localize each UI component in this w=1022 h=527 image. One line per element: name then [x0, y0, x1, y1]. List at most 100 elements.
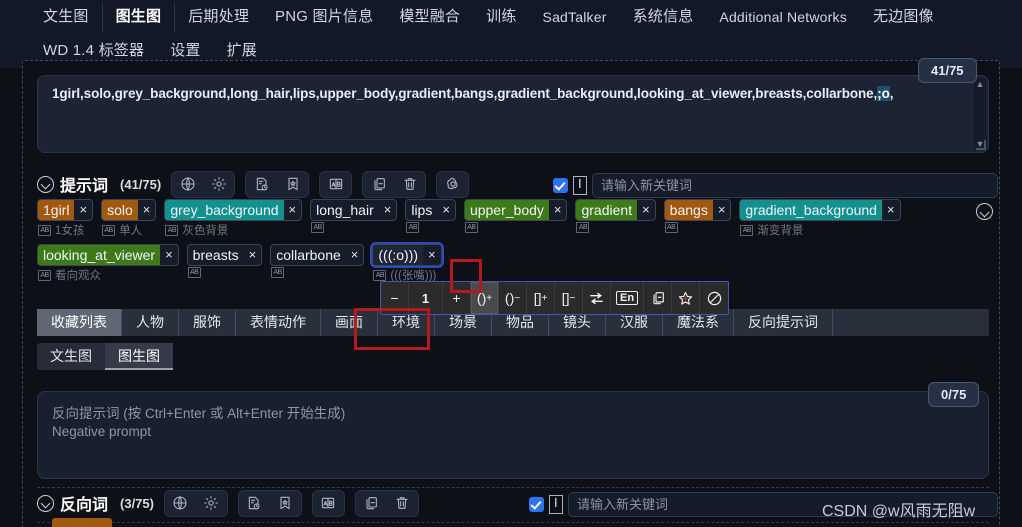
chevron-down-circle-icon[interactable]: [37, 175, 54, 193]
tag-chip-lips[interactable]: lips ×: [405, 199, 456, 221]
translate-ab-icon[interactable]: AB: [664, 222, 678, 233]
icon-button-group-2: [319, 170, 353, 198]
tag-chip-remove-icon[interactable]: ×: [637, 200, 655, 220]
trash-icon[interactable]: [387, 491, 418, 516]
tag-chip-remove-icon[interactable]: ×: [284, 200, 302, 220]
bookmark-star-icon[interactable]: [277, 172, 308, 197]
tag-chip-grey_background[interactable]: grey_background ×: [164, 199, 303, 221]
negative-prompt-textarea[interactable]: 反向提示词 (按 Ctrl+Enter 或 Alt+Enter 开始生成) Ne…: [37, 391, 989, 479]
increase-weight-button[interactable]: +: [443, 282, 471, 314]
nav-item-5[interactable]: 训练: [473, 3, 529, 31]
nav-item-6[interactable]: SadTalker: [530, 3, 620, 31]
history-icon[interactable]: [239, 491, 270, 516]
positive-keyword-checkbox[interactable]: [553, 178, 568, 193]
negative-section-title[interactable]: 反向词 (3/75): [37, 491, 154, 515]
copy-tag-button[interactable]: [644, 282, 673, 314]
icon-button-group-4: [436, 170, 470, 198]
category-tab-3[interactable]: 表情动作: [236, 309, 321, 336]
add-paren-button[interactable]: () +: [471, 282, 499, 314]
tag-chip-gradient[interactable]: gradient ×: [575, 199, 656, 221]
translate-ab-icon[interactable]: AB: [373, 269, 387, 281]
bookmark-star-icon[interactable]: [270, 491, 301, 516]
nav-item-9[interactable]: 无边图像: [860, 3, 947, 31]
category-tab-2[interactable]: 服饰: [179, 309, 236, 336]
tag-chip-remove-icon[interactable]: ×: [244, 245, 262, 265]
positive-section-title[interactable]: 提示词 (41/75): [37, 172, 161, 196]
remove-bracket-button[interactable]: [] −: [555, 282, 583, 314]
tag-chip-breasts[interactable]: breasts ×: [186, 244, 263, 266]
swap-arrows-icon[interactable]: [583, 282, 611, 314]
tag-chip-gradient_background[interactable]: gradient_background ×: [739, 199, 901, 221]
category-tab-0[interactable]: 收藏列表: [37, 309, 122, 336]
remove-paren-button[interactable]: () −: [499, 282, 527, 314]
category-tab-11[interactable]: 反向提示词: [734, 309, 833, 336]
translate-ab-icon[interactable]: AB: [38, 269, 51, 281]
nav-item-0[interactable]: 文生图: [30, 3, 102, 31]
tag-chip-1girl[interactable]: 1girl ×: [37, 199, 94, 221]
globe-icon[interactable]: [165, 491, 196, 516]
translate-ab-icon[interactable]: AB: [311, 222, 325, 233]
nav-item-4[interactable]: 模型融合: [386, 3, 473, 31]
translate-ab-icon[interactable]: AB: [38, 224, 51, 236]
sub-tab-1[interactable]: 图生图: [105, 343, 173, 370]
translate-ab-icon[interactable]: AB: [740, 224, 754, 236]
negative-chip-partial[interactable]: [52, 518, 112, 527]
nav-item-2[interactable]: 后期处理: [175, 3, 262, 31]
nav-item-7[interactable]: 系统信息: [620, 3, 707, 31]
tag-chip-remove-icon[interactable]: ×: [346, 245, 364, 265]
chevron-down-circle-icon[interactable]: [976, 203, 993, 220]
history-icon[interactable]: [246, 172, 277, 197]
tag-chip-looking_at_viewer[interactable]: looking_at_viewer ×: [37, 244, 179, 266]
tag-chip-remove-icon[interactable]: ×: [379, 200, 397, 220]
translate-ab-icon[interactable]: AB: [576, 222, 590, 233]
chevron-down-circle-icon[interactable]: [37, 494, 54, 512]
negative-keyword-checkbox[interactable]: [529, 497, 544, 512]
gear-icon[interactable]: [203, 172, 234, 197]
tag-chip-remove-icon[interactable]: ×: [713, 200, 731, 220]
tag-chip-remove-icon[interactable]: ×: [437, 200, 455, 220]
weight-value[interactable]: 1: [409, 282, 443, 314]
copy-icon[interactable]: [356, 491, 387, 516]
trash-icon[interactable]: [394, 172, 425, 197]
add-bracket-button[interactable]: [] +: [527, 282, 555, 314]
tag-chip-remove-icon[interactable]: ×: [74, 200, 92, 220]
translate-ab-icon[interactable]: [313, 491, 344, 516]
tag-chip-remove-icon[interactable]: ×: [549, 200, 567, 220]
negative-keyword-input[interactable]: 请输入新关键词: [568, 492, 998, 517]
nav-item-3[interactable]: PNG 图片信息: [262, 3, 386, 31]
tag-chip-long_hair[interactable]: long_hair ×: [310, 199, 398, 221]
positive-keyword-input[interactable]: 请输入新关键词: [592, 173, 998, 198]
translate-ab-icon[interactable]: AB: [271, 267, 285, 278]
tag-chip-o[interactable]: (((:o))) ×: [370, 242, 444, 268]
category-tab-4[interactable]: 画面: [321, 309, 378, 336]
chips-collapse-toggle[interactable]: [976, 203, 993, 225]
sub-tab-0[interactable]: 文生图: [37, 343, 105, 370]
english-toggle-button[interactable]: En: [611, 282, 645, 314]
translate-ab-icon[interactable]: AB: [406, 222, 420, 233]
translate-ab-icon[interactable]: AB: [165, 224, 179, 236]
tag-chip-bangs[interactable]: bangs ×: [663, 199, 732, 221]
positive-prompt-textarea[interactable]: 1girl,solo,grey_background,long_hair,lip…: [37, 75, 989, 153]
tag-chip-remove-icon[interactable]: ×: [138, 200, 156, 220]
nav-item-8[interactable]: Additional Networks: [706, 3, 860, 31]
textarea-resize-grip[interactable]: [976, 140, 986, 150]
translate-ab-icon[interactable]: [320, 172, 351, 197]
gear-icon[interactable]: [196, 491, 227, 516]
openai-icon[interactable]: [437, 172, 468, 197]
category-tab-1[interactable]: 人物: [122, 309, 179, 336]
tag-chip-solo[interactable]: solo ×: [101, 199, 157, 221]
tag-chip-remove-icon[interactable]: ×: [423, 245, 441, 265]
translate-ab-icon[interactable]: AB: [187, 267, 201, 278]
globe-icon[interactable]: [172, 172, 203, 197]
decrease-weight-button[interactable]: −: [381, 282, 409, 314]
copy-icon[interactable]: [363, 172, 394, 197]
translate-ab-icon[interactable]: AB: [464, 222, 478, 233]
favorite-star-button[interactable]: [672, 282, 701, 314]
tag-chip-collarbone[interactable]: collarbone ×: [270, 244, 365, 266]
nav-item-1[interactable]: 图生图: [101, 3, 176, 31]
tag-chip-remove-icon[interactable]: ×: [882, 200, 900, 220]
translate-ab-icon[interactable]: AB: [102, 224, 116, 236]
tag-chip-upper_body[interactable]: upper_body ×: [463, 199, 568, 221]
tag-chip-remove-icon[interactable]: ×: [160, 245, 178, 265]
ban-button[interactable]: [700, 282, 728, 314]
